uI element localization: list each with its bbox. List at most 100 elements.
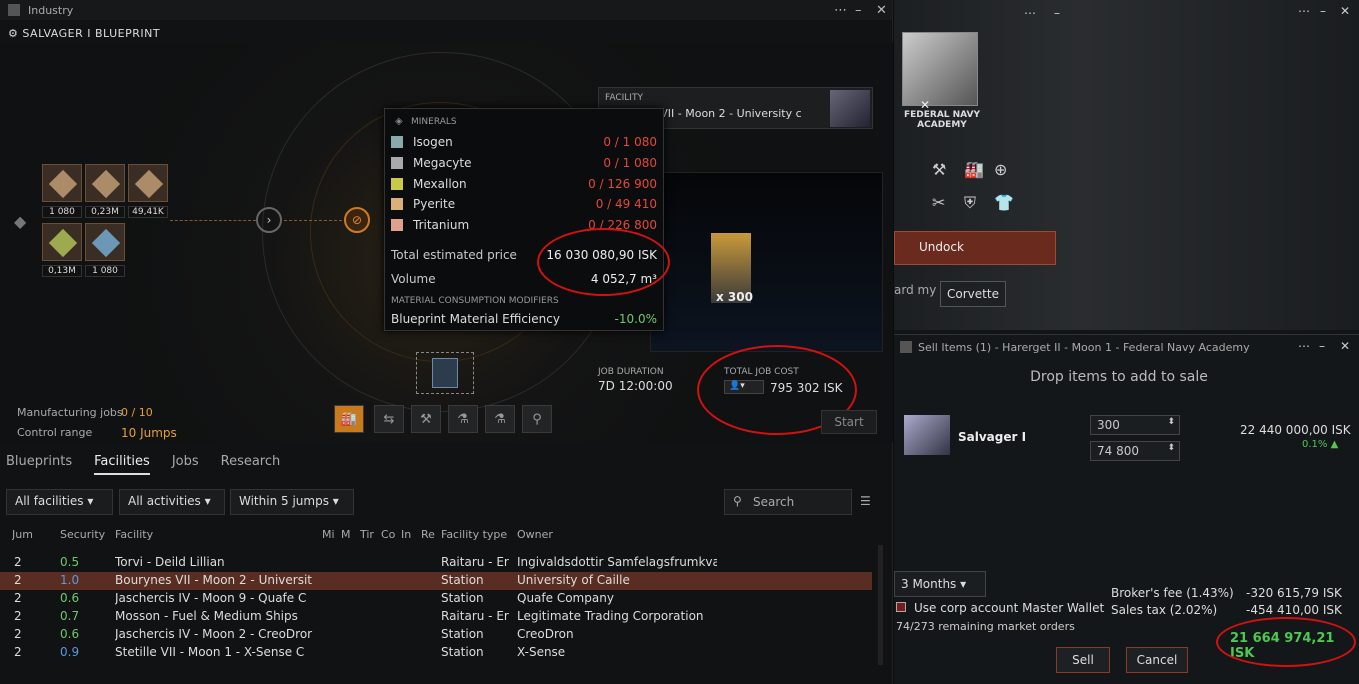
type-cell: Raitaru - Er bbox=[441, 609, 509, 623]
cancel-button[interactable]: Cancel bbox=[1126, 647, 1188, 673]
close-icon[interactable]: ✕ bbox=[1340, 339, 1350, 353]
facility-cell: Mosson - Fuel & Medium Ships bbox=[115, 609, 298, 623]
type-cell: Station bbox=[441, 627, 484, 641]
jumps-cell: 2 bbox=[14, 573, 22, 587]
material-tile[interactable] bbox=[85, 164, 125, 202]
volume-label: Volume bbox=[391, 272, 436, 286]
material-tile[interactable] bbox=[85, 223, 125, 261]
stepper-icon[interactable]: ⬍ bbox=[1167, 443, 1175, 453]
table-row[interactable]: 2 0.5 Torvi - Deild Lillian Raitaru - Er… bbox=[0, 554, 872, 572]
owner-cell: University of Caille bbox=[517, 573, 630, 587]
close-icon[interactable]: ✕ bbox=[1340, 4, 1350, 18]
quantity-input[interactable]: 300 ⬍ bbox=[1090, 415, 1180, 435]
station-name: FEDERAL NAVY ACADEMY bbox=[903, 110, 981, 130]
table-row[interactable]: 2 0.6 Jaschercis IV - Moon 2 - CreoDror … bbox=[0, 626, 872, 644]
tab-research[interactable]: Research bbox=[221, 454, 281, 475]
duration-dropdown[interactable]: 3 Months ▾ bbox=[894, 571, 986, 597]
jumps-cell: 2 bbox=[14, 555, 22, 569]
invention-button[interactable]: ⚗ bbox=[485, 405, 515, 433]
sell-button[interactable]: Sell bbox=[1056, 647, 1110, 673]
me-value: -10.0% bbox=[614, 312, 657, 326]
column-header[interactable]: Jum bbox=[12, 528, 33, 541]
research-te-button[interactable]: ⇆ bbox=[374, 405, 404, 433]
column-header[interactable]: Facility type bbox=[441, 528, 507, 541]
tab-blueprints[interactable]: Blueprints bbox=[6, 454, 72, 475]
blueprint-slot[interactable] bbox=[416, 352, 474, 394]
reaction-button[interactable]: ⚲ bbox=[522, 405, 552, 433]
table-row[interactable]: 2 1.0 Bourynes VII - Moon 2 - Universit … bbox=[0, 572, 872, 590]
expand-arrow-icon[interactable]: › bbox=[256, 207, 282, 233]
column-header[interactable]: M bbox=[341, 528, 351, 541]
blueprint-icon bbox=[432, 358, 458, 388]
minimize-button[interactable]: – bbox=[1054, 6, 1060, 20]
fitting-icon[interactable]: ⚒ bbox=[932, 160, 946, 179]
range-filter-dropdown[interactable]: Within 5 jumps ▾ bbox=[230, 489, 354, 515]
blueprint-node-icon[interactable]: ⊘ bbox=[344, 207, 370, 233]
start-button[interactable]: Start bbox=[821, 410, 877, 434]
price-input[interactable]: 74 800 ⬍ bbox=[1090, 441, 1180, 461]
stepper-icon[interactable]: ⬍ bbox=[1167, 417, 1175, 427]
material-tile[interactable] bbox=[42, 164, 82, 202]
insurance-icon[interactable]: ⛨ bbox=[964, 193, 976, 213]
search-placeholder: Search bbox=[753, 495, 795, 509]
minimize-button[interactable]: – bbox=[855, 3, 862, 18]
tab-jobs[interactable]: Jobs bbox=[172, 454, 199, 475]
column-header[interactable]: Facility bbox=[115, 528, 153, 541]
column-header[interactable]: In bbox=[401, 528, 411, 541]
connector-line bbox=[170, 220, 256, 221]
type-cell: Station bbox=[441, 591, 484, 605]
material-tile[interactable] bbox=[128, 164, 168, 202]
column-header[interactable]: Owner bbox=[517, 528, 553, 541]
jumps-cell: 2 bbox=[14, 645, 22, 659]
close-icon[interactable]: ✕ bbox=[920, 98, 930, 112]
sell-window-title: Sell Items (1) - Harerget II - Moon 1 - … bbox=[918, 341, 1250, 354]
column-header[interactable]: Re bbox=[421, 528, 435, 541]
facility-cell: Stetille VII - Moon 1 - X-Sense C bbox=[115, 645, 305, 659]
options-icon[interactable]: ⋯ bbox=[1024, 6, 1036, 20]
table-scrollbar[interactable] bbox=[878, 545, 883, 665]
sales-tax-value: -454 410,00 ISK bbox=[1246, 603, 1342, 617]
clothing-icon[interactable]: 👕 bbox=[994, 193, 1014, 212]
facility-filter-label: All facilities bbox=[15, 494, 84, 508]
copy-button[interactable]: ⚗ bbox=[448, 405, 478, 433]
repair-icon[interactable]: ⊕ bbox=[994, 160, 1007, 179]
table-row[interactable]: 2 0.6 Jaschercis IV - Moon 9 - Quafe C S… bbox=[0, 590, 872, 608]
list-view-icon[interactable]: ☰ bbox=[860, 494, 871, 508]
search-input[interactable]: ⚲ Search bbox=[724, 489, 852, 515]
sell-items-window: Sell Items (1) - Harerget II - Moon 1 - … bbox=[894, 334, 1359, 684]
item-name: Salvager I bbox=[958, 430, 1027, 444]
column-header[interactable]: Tir bbox=[360, 528, 374, 541]
facility-filter-dropdown[interactable]: All facilities ▾ bbox=[6, 489, 113, 515]
material-tile[interactable] bbox=[42, 223, 82, 261]
corp-account-checkbox[interactable] bbox=[896, 602, 906, 612]
material-qty: 0,23M bbox=[85, 206, 125, 218]
research-me-button[interactable]: ⚒ bbox=[411, 405, 441, 433]
facility-cell: Torvi - Deild Lillian bbox=[115, 555, 225, 569]
minimize-icon[interactable]: ⋯ bbox=[834, 3, 847, 18]
ship-button[interactable]: Corvette bbox=[940, 281, 1006, 307]
tab-facilities[interactable]: Facilities bbox=[94, 454, 150, 475]
minimize-button[interactable]: – bbox=[1320, 4, 1326, 18]
mineral-qty: 0 / 49 410 bbox=[595, 197, 657, 211]
undock-button[interactable]: Undock bbox=[894, 231, 1056, 265]
close-icon[interactable]: ✕ bbox=[876, 3, 887, 18]
column-header[interactable]: Mi bbox=[322, 528, 335, 541]
reprocess-icon[interactable]: ✂ bbox=[932, 193, 945, 212]
manufacturing-activity-button[interactable]: 🏭 bbox=[334, 405, 364, 433]
column-header[interactable]: Security bbox=[60, 528, 105, 541]
industry-icon[interactable]: 🏭 bbox=[964, 160, 984, 179]
minimize-button[interactable]: – bbox=[1319, 339, 1325, 353]
line-total: 22 440 000,00 ISK bbox=[1240, 423, 1351, 437]
orders-remaining: 74/273 remaining market orders bbox=[896, 620, 1075, 633]
table-row[interactable]: 2 0.7 Mosson - Fuel & Medium Ships Raita… bbox=[0, 608, 872, 626]
security-cell: 0.6 bbox=[60, 627, 80, 641]
column-header[interactable]: Co bbox=[381, 528, 395, 541]
search-icon: ⚲ bbox=[733, 494, 742, 508]
minerals-icon: ◆ bbox=[14, 212, 27, 231]
activity-filter-dropdown[interactable]: All activities ▾ bbox=[119, 489, 225, 515]
options-icon[interactable]: ⋯ bbox=[1298, 339, 1310, 353]
price-delta: 0.1% ▲ bbox=[1302, 439, 1339, 450]
type-cell: Raitaru - Er bbox=[441, 555, 509, 569]
table-row[interactable]: 2 0.9 Stetille VII - Moon 1 - X-Sense C … bbox=[0, 644, 872, 662]
options-icon[interactable]: ⋯ bbox=[1298, 4, 1310, 18]
